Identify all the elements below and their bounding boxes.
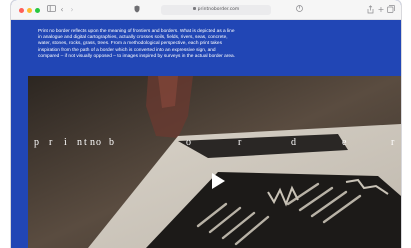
title-letter: d xyxy=(291,137,296,148)
title-letter: p xyxy=(34,137,39,148)
zoom-window-button[interactable] xyxy=(35,8,40,13)
tabs-icon[interactable] xyxy=(387,5,395,15)
title-letter: n xyxy=(77,137,82,148)
title-letter: n xyxy=(90,137,95,148)
chevron-right-icon[interactable]: › xyxy=(69,5,75,15)
reader-icon[interactable] xyxy=(295,5,303,15)
lock-icon xyxy=(192,7,196,10)
title-letter: o xyxy=(186,137,191,148)
title-letter: o xyxy=(96,137,101,148)
browser-toolbar: ‹ › printnoborder.com + xyxy=(11,0,401,20)
video-frame xyxy=(28,76,401,248)
url-text: printnoborder.com xyxy=(197,7,240,12)
plus-icon[interactable]: + xyxy=(377,5,385,15)
address-bar[interactable]: printnoborder.com xyxy=(161,5,271,15)
video-player[interactable]: p r i n t n o b o r d e r xyxy=(28,76,401,248)
play-icon[interactable] xyxy=(212,173,225,189)
minimize-window-button[interactable] xyxy=(27,8,32,13)
title-letter: e xyxy=(342,137,347,148)
chevron-left-icon[interactable]: ‹ xyxy=(59,5,65,15)
title-letter: b xyxy=(109,137,114,148)
title-letter: r xyxy=(391,137,395,148)
browser-window: ‹ › printnoborder.com + Print no border … xyxy=(11,0,401,248)
title-letter: r xyxy=(238,137,242,148)
close-window-button[interactable] xyxy=(19,8,24,13)
title-letter: r xyxy=(49,137,53,148)
share-icon[interactable] xyxy=(366,5,374,15)
sidebar-icon[interactable] xyxy=(46,5,56,15)
shield-icon[interactable] xyxy=(133,5,141,15)
title-letter: t xyxy=(84,137,87,148)
intro-text: Print no border reflects upon the meanin… xyxy=(38,29,236,59)
title-letter: i xyxy=(64,137,67,148)
